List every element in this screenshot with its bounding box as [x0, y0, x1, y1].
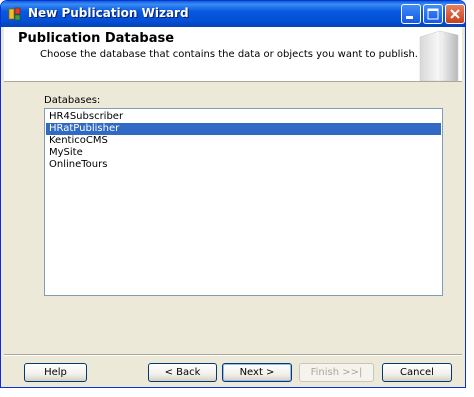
page-title: Publication Database — [18, 31, 175, 46]
close-button[interactable] — [445, 4, 465, 24]
wizard-header: Publication Database Choose the database… — [4, 27, 462, 82]
maximize-icon — [427, 8, 439, 20]
close-icon — [450, 9, 460, 19]
database-banner-icon — [419, 30, 459, 81]
back-button[interactable]: < Back — [148, 363, 217, 382]
list-item[interactable]: OnlineTours — [46, 159, 441, 171]
help-button[interactable]: Help — [24, 363, 87, 382]
wizard-window: New Publication Wizard Publication Datab… — [0, 0, 466, 388]
list-item[interactable]: KenticoCMS — [46, 135, 441, 147]
window-title: New Publication Wizard — [28, 6, 189, 20]
wizard-app-icon — [8, 7, 21, 21]
footer-divider — [4, 354, 462, 356]
list-item[interactable]: HR4Subscriber — [46, 111, 441, 123]
databases-listbox[interactable]: HR4Subscriber HRatPublisher KenticoCMS M… — [44, 108, 443, 296]
list-item-selected[interactable]: HRatPublisher — [46, 123, 441, 135]
next-button[interactable]: Next > — [222, 363, 292, 382]
databases-label: Databases: — [44, 95, 101, 106]
minimize-button[interactable] — [401, 4, 421, 24]
cancel-button[interactable]: Cancel — [382, 363, 452, 382]
maximize-button[interactable] — [423, 4, 443, 24]
title-bar[interactable]: New Publication Wizard — [1, 1, 465, 27]
list-item[interactable]: MySite — [46, 147, 441, 159]
finish-button[interactable]: Finish >>| — [299, 363, 374, 382]
minimize-icon — [406, 16, 413, 19]
page-subtitle: Choose the database that contains the da… — [40, 49, 418, 60]
